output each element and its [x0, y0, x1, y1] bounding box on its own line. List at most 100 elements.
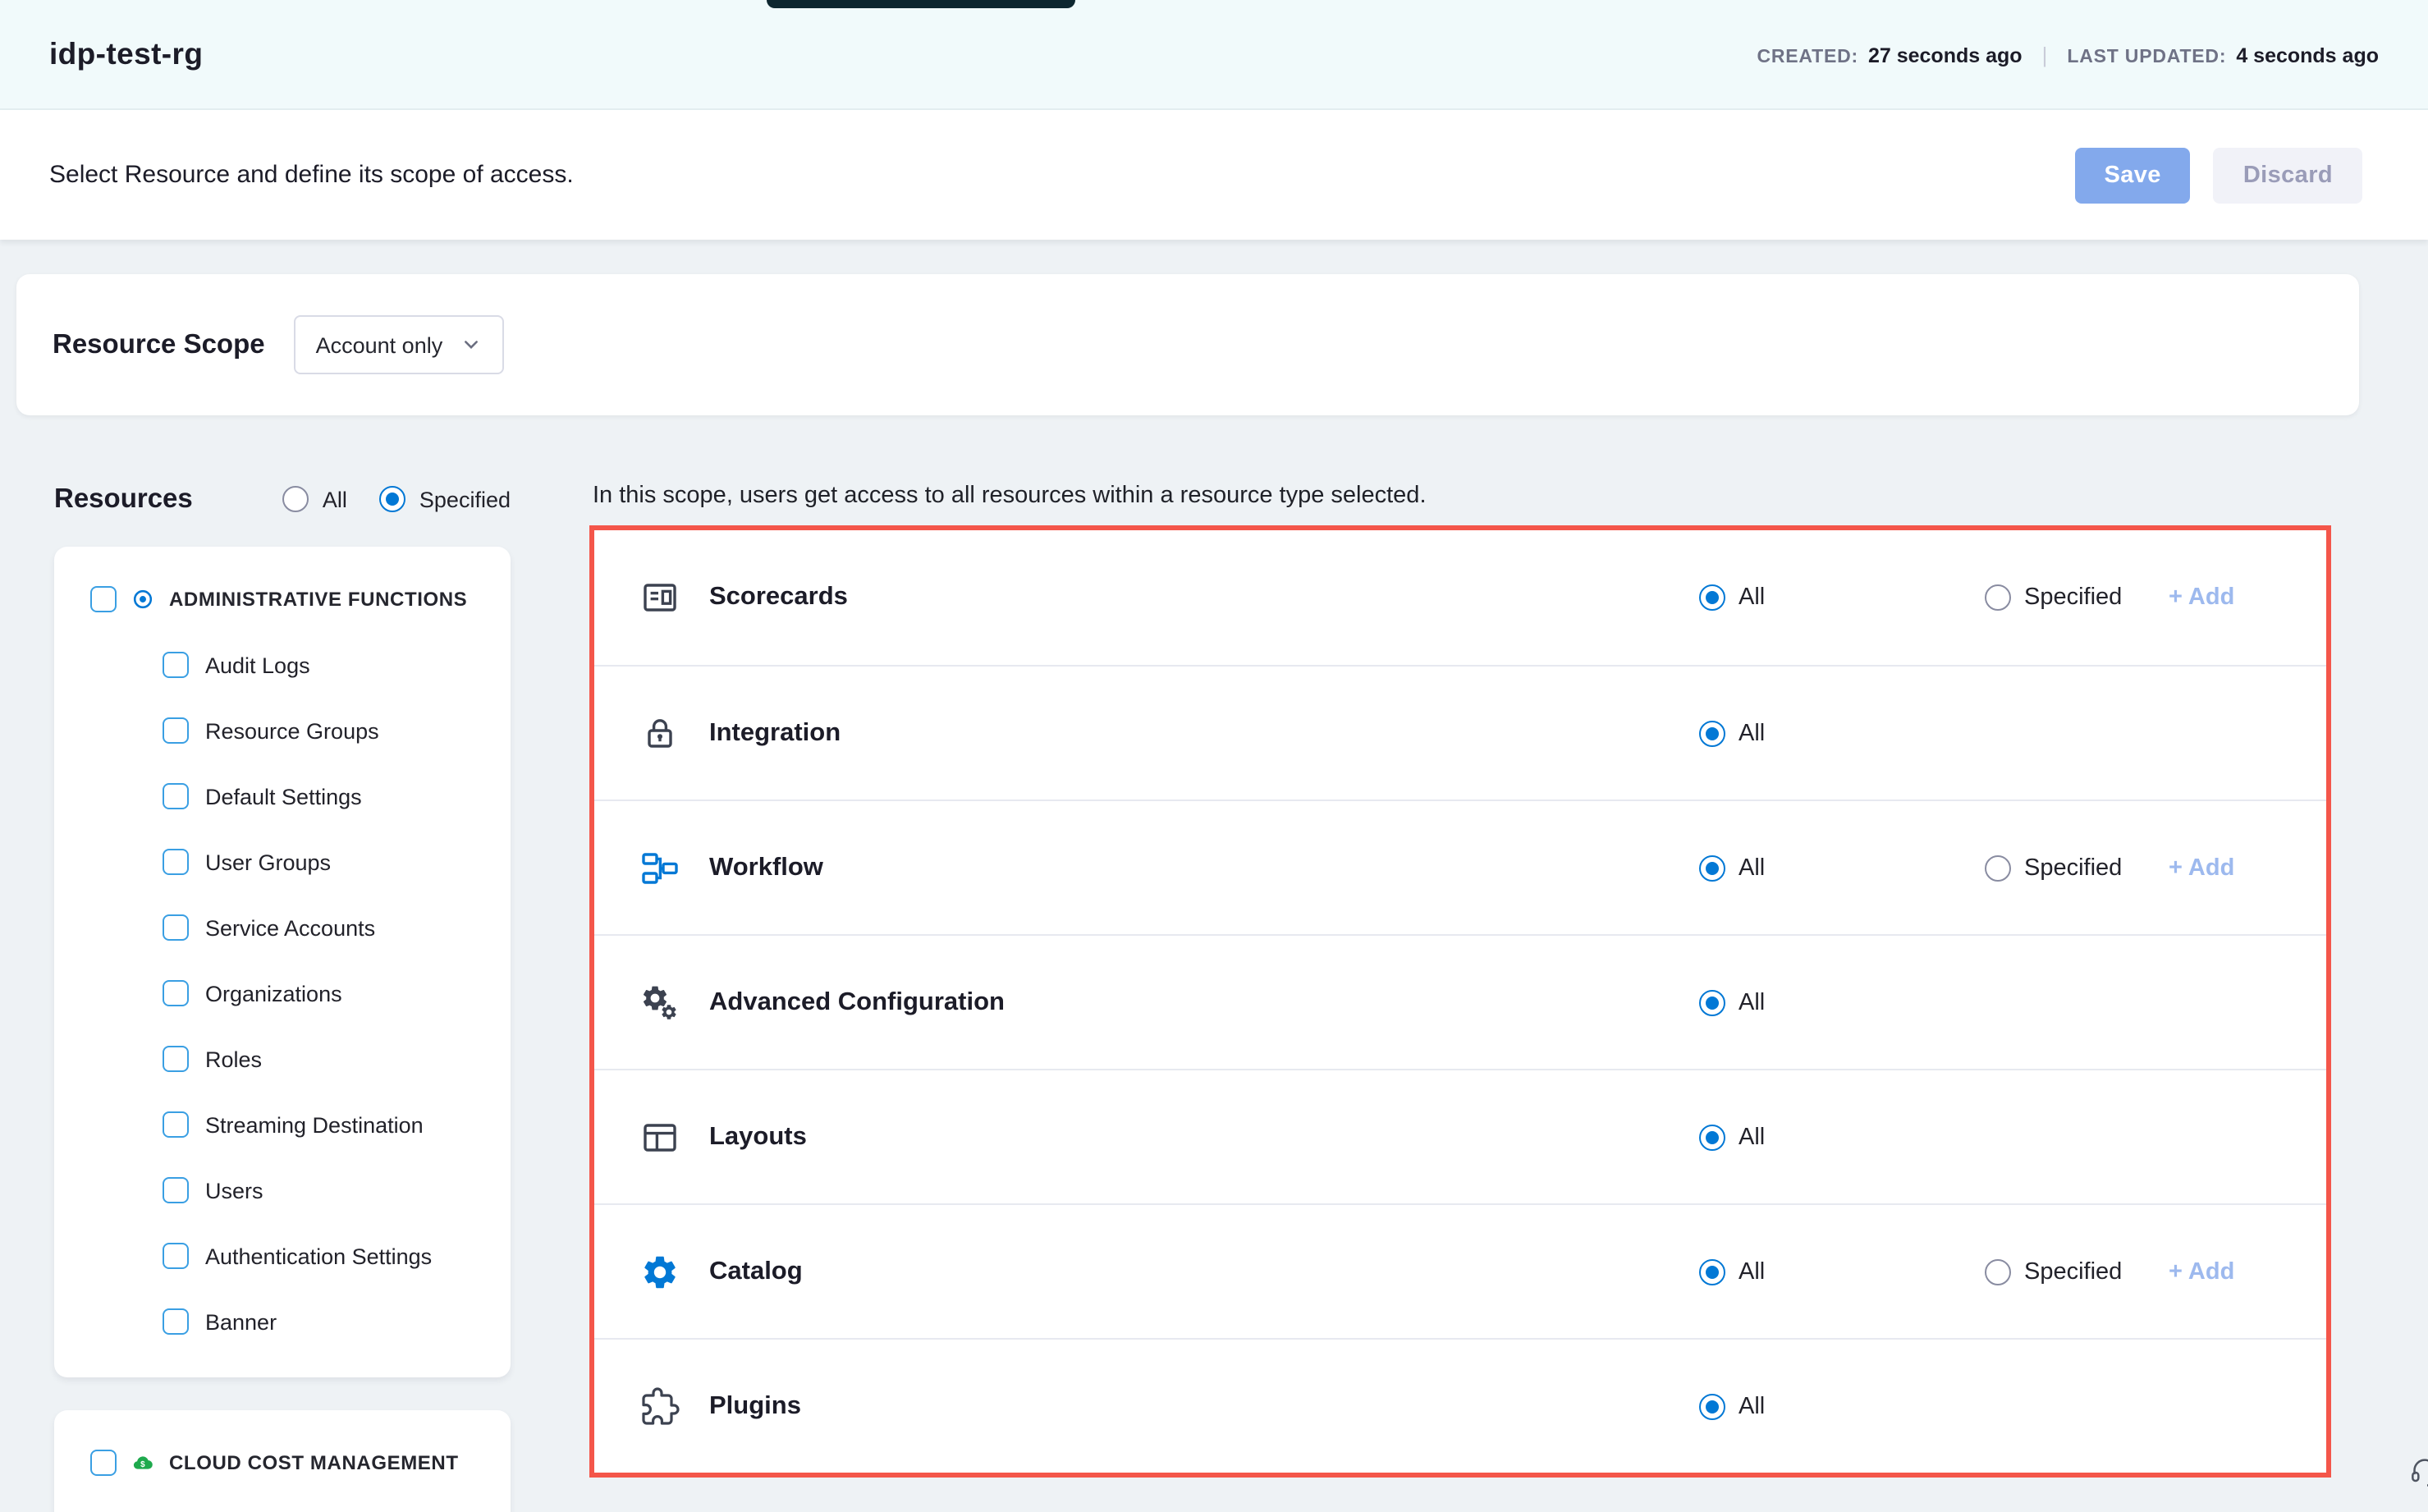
specified-option[interactable]: Specified — [1985, 1258, 2169, 1285]
resource-item-label: Default Settings — [205, 784, 362, 809]
resource-type-name: Layouts — [709, 1122, 807, 1152]
specified-radio-label: Specified — [419, 487, 511, 511]
all-option[interactable]: All — [1699, 720, 1985, 746]
all-option[interactable]: All — [1699, 989, 1985, 1015]
resource-checkbox[interactable] — [163, 980, 189, 1006]
discard-button[interactable]: Discard — [2214, 147, 2362, 203]
resource-item-label: Streaming Destination — [205, 1112, 424, 1137]
header-meta: CREATED: 27 seconds ago | LAST UPDATED: … — [1757, 42, 2379, 66]
all-radio[interactable] — [1699, 855, 1725, 881]
add-button[interactable]: + Add — [2169, 1258, 2326, 1285]
resource-group-card: CLOUD COST MANAGEMENT Recommendations — [54, 1410, 511, 1512]
all-radio[interactable] — [1699, 989, 1725, 1015]
resource-checkbox[interactable] — [163, 717, 189, 744]
resource-type-row: Layouts All — [594, 1069, 2326, 1203]
resource-checkbox[interactable] — [163, 849, 189, 875]
all-option[interactable]: All — [1699, 855, 1985, 881]
resource-checkbox[interactable] — [163, 652, 189, 678]
specified-radio[interactable] — [380, 486, 406, 512]
workflow-icon — [640, 848, 680, 887]
resources-all-option[interactable]: All — [283, 486, 347, 512]
resource-checkbox[interactable] — [163, 1111, 189, 1138]
updated-value: 4 seconds ago — [2236, 44, 2379, 66]
all-radio[interactable] — [283, 486, 309, 512]
headset-icon[interactable] — [2408, 1455, 2428, 1487]
content-columns: Resources All Specified — [54, 479, 2331, 1512]
chevron-down-icon — [459, 333, 482, 356]
resource-checkbox[interactable] — [163, 1243, 189, 1269]
layout-grid-icon — [640, 1117, 680, 1157]
resource-item-row[interactable]: Organizations — [54, 960, 511, 1026]
all-radio[interactable] — [1699, 1393, 1725, 1419]
category-items: Audit Logs Resource Groups Default Setti… — [54, 632, 511, 1354]
resource-category-row[interactable]: ADMINISTRATIVE FUNCTIONS — [54, 566, 511, 632]
resource-item-row[interactable]: User Groups — [54, 829, 511, 895]
resource-type-row: Catalog All Specified + Add — [594, 1203, 2326, 1338]
all-radio[interactable] — [1699, 1258, 1725, 1285]
resource-item-row[interactable]: Recommendations — [54, 1496, 511, 1512]
resource-group-card: ADMINISTRATIVE FUNCTIONS Audit Logs Reso… — [54, 547, 511, 1377]
resource-type-row: Integration All — [594, 665, 2326, 800]
resources-specified-option[interactable]: Specified — [380, 486, 511, 512]
category-checkbox[interactable] — [90, 586, 117, 612]
resource-type-name-cell: Workflow — [640, 848, 1699, 887]
resource-item-label: Banner — [205, 1309, 277, 1334]
category-label: CLOUD COST MANAGEMENT — [169, 1451, 459, 1474]
resource-type-name-cell: Advanced Configuration — [640, 983, 1699, 1022]
cloud-dollar-icon — [131, 1451, 154, 1474]
resource-item-label: Users — [205, 1178, 263, 1203]
resource-group-page: idp-test-rg CREATED: 27 seconds ago | LA… — [0, 0, 2428, 1512]
add-button[interactable]: + Add — [2169, 855, 2326, 881]
resource-item-row[interactable]: Authentication Settings — [54, 1223, 511, 1289]
specified-option[interactable]: Specified — [1985, 584, 2169, 611]
resource-checkbox[interactable] — [163, 1046, 189, 1072]
specified-radio[interactable] — [1985, 584, 2011, 611]
resource-type-name-cell: Plugins — [640, 1386, 1699, 1426]
category-checkbox[interactable] — [90, 1450, 117, 1476]
resource-item-row[interactable]: Banner — [54, 1289, 511, 1354]
resource-type-name: Scorecards — [709, 583, 848, 612]
specified-radio[interactable] — [1985, 855, 2011, 881]
resource-type-row: Workflow All Specified + Add — [594, 800, 2326, 934]
resource-type-name-cell: Layouts — [640, 1117, 1699, 1157]
resource-item-row[interactable]: Streaming Destination — [54, 1092, 511, 1157]
resource-type-name-cell: Scorecards — [640, 578, 1699, 617]
resource-scope-dropdown[interactable]: Account only — [295, 315, 504, 374]
add-button[interactable]: + Add — [2169, 584, 2326, 611]
resource-item-row[interactable]: Audit Logs — [54, 632, 511, 698]
specified-label: Specified — [2024, 855, 2122, 881]
save-button[interactable]: Save — [2074, 147, 2190, 203]
resource-type-name: Plugins — [709, 1391, 801, 1421]
all-option[interactable]: All — [1699, 1124, 1985, 1150]
resource-checkbox[interactable] — [163, 914, 189, 941]
resource-scope-label: Resource Scope — [53, 329, 265, 360]
resource-type-name: Advanced Configuration — [709, 987, 1005, 1017]
resource-item-row[interactable]: Roles — [54, 1026, 511, 1092]
all-radio[interactable] — [1699, 1124, 1725, 1150]
resource-checkbox[interactable] — [163, 783, 189, 809]
all-label: All — [1739, 1258, 1765, 1285]
resources-sidebar: Resources All Specified — [54, 479, 511, 1512]
resource-item-label: Roles — [205, 1047, 262, 1071]
resource-item-row[interactable]: Users — [54, 1157, 511, 1223]
all-option[interactable]: All — [1699, 1393, 1985, 1419]
specified-radio[interactable] — [1985, 1258, 2011, 1285]
resource-type-row: Scorecards All Specified + Add — [594, 530, 2326, 665]
resource-item-row[interactable]: Resource Groups — [54, 698, 511, 763]
resource-type-name: Workflow — [709, 853, 823, 882]
all-option[interactable]: All — [1699, 584, 1985, 611]
resource-checkbox[interactable] — [163, 1177, 189, 1203]
resource-item-row[interactable]: Service Accounts — [54, 895, 511, 960]
all-radio[interactable] — [1699, 720, 1725, 746]
scope-access-panel: In this scope, users get access to all r… — [589, 479, 2331, 1478]
resource-item-row[interactable]: Default Settings — [54, 763, 511, 829]
target-icon — [131, 588, 154, 611]
all-option[interactable]: All — [1699, 1258, 1985, 1285]
resource-type-name-cell: Catalog — [640, 1252, 1699, 1291]
resource-checkbox[interactable] — [163, 1308, 189, 1335]
specified-label: Specified — [2024, 1258, 2122, 1285]
specified-option[interactable]: Specified — [1985, 855, 2169, 881]
all-radio[interactable] — [1699, 584, 1725, 611]
resource-type-name: Catalog — [709, 1257, 803, 1286]
resource-category-row[interactable]: CLOUD COST MANAGEMENT — [54, 1430, 511, 1496]
